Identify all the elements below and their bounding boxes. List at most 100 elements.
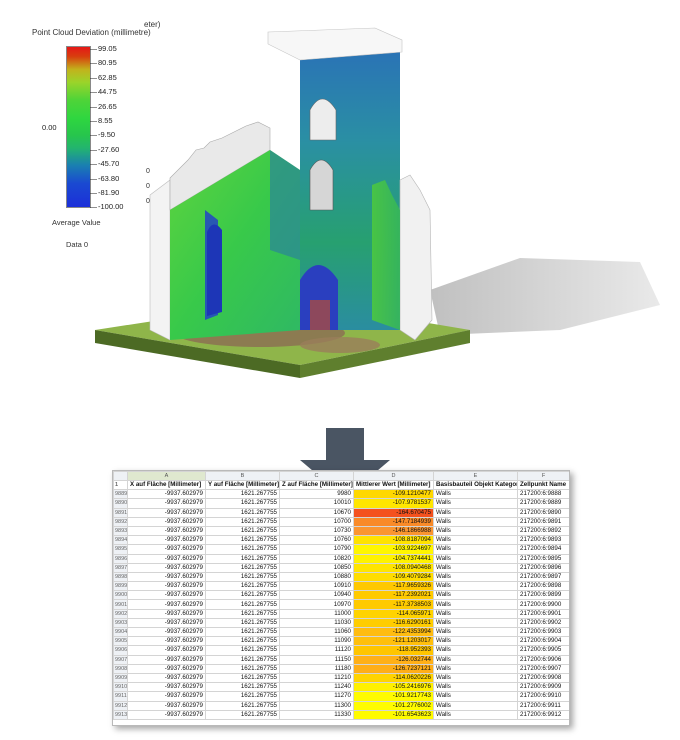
x-cell[interactable]: -9937.602979 xyxy=(127,562,206,573)
z-cell[interactable]: 10670 xyxy=(279,507,354,518)
name-cell[interactable]: 217200:6:9897 xyxy=(517,571,569,583)
row-number[interactable]: 9910 xyxy=(113,682,128,693)
z-cell[interactable]: 11150 xyxy=(279,654,354,665)
z-cell[interactable]: 11270 xyxy=(279,691,354,702)
row-number[interactable]: 9890 xyxy=(113,498,128,509)
y-cell[interactable]: 1621.267755 xyxy=(205,590,280,601)
y-cell[interactable]: 1621.267755 xyxy=(205,672,280,684)
category-cell[interactable]: Walls xyxy=(433,599,518,610)
name-cell[interactable]: 217200:6:9890 xyxy=(517,507,569,518)
header-cell[interactable]: Basisbauteil Objekt Kategorie xyxy=(433,479,518,491)
x-cell[interactable]: -9937.602979 xyxy=(127,581,206,592)
x-cell[interactable]: -9937.602979 xyxy=(127,617,206,629)
x-cell[interactable]: -9937.602979 xyxy=(127,682,206,693)
x-cell[interactable]: -9937.602979 xyxy=(127,525,206,537)
x-cell[interactable]: -9937.602979 xyxy=(127,544,206,555)
deviation-cell[interactable]: -109.4079284 xyxy=(353,571,434,583)
name-cell[interactable]: 217200:6:9910 xyxy=(517,691,569,702)
name-cell[interactable]: 217200:6:9911 xyxy=(517,700,569,711)
category-cell[interactable]: Walls xyxy=(433,581,518,592)
name-cell[interactable]: 217200:6:9903 xyxy=(517,626,569,638)
x-cell[interactable]: -9937.602979 xyxy=(127,645,206,656)
y-cell[interactable]: 1621.267755 xyxy=(205,516,280,527)
name-cell[interactable]: 217200:6:9899 xyxy=(517,590,569,601)
category-cell[interactable]: Walls xyxy=(433,645,518,656)
column-letter[interactable]: A xyxy=(127,471,206,481)
z-cell[interactable]: 10970 xyxy=(279,599,354,610)
row-number[interactable]: 9898 xyxy=(113,571,128,583)
row-number[interactable]: 9901 xyxy=(113,599,128,610)
z-cell[interactable]: 11330 xyxy=(279,709,354,720)
deviation-cell[interactable]: -101.6543623 xyxy=(353,709,434,720)
x-cell[interactable]: -9937.602979 xyxy=(127,498,206,509)
deviation-cell[interactable]: -114.065971 xyxy=(353,608,434,619)
row-number[interactable]: 9909 xyxy=(113,672,128,684)
category-cell[interactable]: Walls xyxy=(433,709,518,720)
name-cell[interactable]: 217200:6:9888 xyxy=(517,489,569,500)
y-cell[interactable]: 1621.267755 xyxy=(205,654,280,665)
corner-cell[interactable] xyxy=(113,471,128,481)
x-cell[interactable]: -9937.602979 xyxy=(127,535,206,546)
x-cell[interactable]: -9937.602979 xyxy=(127,663,206,674)
x-cell[interactable]: -9937.602979 xyxy=(127,571,206,583)
name-cell[interactable]: 217200:6:9900 xyxy=(517,599,569,610)
y-cell[interactable]: 1621.267755 xyxy=(205,507,280,518)
category-cell[interactable]: Walls xyxy=(433,617,518,629)
z-cell[interactable]: 9980 xyxy=(279,489,354,500)
x-cell[interactable]: -9937.602979 xyxy=(127,507,206,518)
x-cell[interactable]: -9937.602979 xyxy=(127,608,206,619)
row-number[interactable]: 9912 xyxy=(113,700,128,711)
row-number[interactable]: 9894 xyxy=(113,535,128,546)
row-number[interactable]: 9911 xyxy=(113,691,128,702)
category-cell[interactable]: Walls xyxy=(433,562,518,573)
x-cell[interactable]: -9937.602979 xyxy=(127,654,206,665)
deviation-cell[interactable]: -109.1210477 xyxy=(353,489,434,500)
column-letter[interactable]: E xyxy=(433,471,518,481)
deviation-cell[interactable]: -126.032744 xyxy=(353,654,434,665)
row-number[interactable]: 9913 xyxy=(113,709,128,720)
deviation-cell[interactable]: -108.8187094 xyxy=(353,535,434,546)
header-cell[interactable]: X auf Fläche [Millimeter] xyxy=(127,479,206,491)
z-cell[interactable]: 10820 xyxy=(279,553,354,564)
deviation-cell[interactable]: -116.6290161 xyxy=(353,617,434,629)
name-cell[interactable]: 217200:6:9908 xyxy=(517,672,569,684)
name-cell[interactable]: 217200:6:9895 xyxy=(517,553,569,564)
x-cell[interactable]: -9937.602979 xyxy=(127,599,206,610)
name-cell[interactable]: 217200:6:9906 xyxy=(517,654,569,665)
name-cell[interactable]: 217200:6:9893 xyxy=(517,535,569,546)
category-cell[interactable]: Walls xyxy=(433,544,518,555)
z-cell[interactable]: 10700 xyxy=(279,516,354,527)
deviation-cell[interactable]: -103.9224697 xyxy=(353,544,434,555)
deviation-cell[interactable]: -164.670475 xyxy=(353,507,434,518)
header-cell[interactable]: Z auf Fläche [Millimeter] xyxy=(279,479,354,491)
category-cell[interactable]: Walls xyxy=(433,489,518,500)
row-number[interactable]: 9903 xyxy=(113,617,128,629)
z-cell[interactable]: 11120 xyxy=(279,645,354,656)
z-cell[interactable]: 10850 xyxy=(279,562,354,573)
category-cell[interactable]: Walls xyxy=(433,590,518,601)
z-cell[interactable]: 11210 xyxy=(279,672,354,684)
z-cell[interactable]: 11300 xyxy=(279,700,354,711)
z-cell[interactable]: 11030 xyxy=(279,617,354,629)
y-cell[interactable]: 1621.267755 xyxy=(205,544,280,555)
category-cell[interactable]: Walls xyxy=(433,516,518,527)
x-cell[interactable]: -9937.602979 xyxy=(127,516,206,527)
header-cell[interactable]: Zellpunkt Name xyxy=(517,479,569,491)
category-cell[interactable]: Walls xyxy=(433,654,518,665)
y-cell[interactable]: 1621.267755 xyxy=(205,535,280,546)
y-cell[interactable]: 1621.267755 xyxy=(205,525,280,537)
category-cell[interactable]: Walls xyxy=(433,525,518,537)
name-cell[interactable]: 217200:6:9891 xyxy=(517,516,569,527)
row-number[interactable]: 9891 xyxy=(113,507,128,518)
category-cell[interactable]: Walls xyxy=(433,553,518,564)
x-cell[interactable]: -9937.602979 xyxy=(127,709,206,720)
deviation-cell[interactable]: -104.7374441 xyxy=(353,553,434,564)
row-number[interactable]: 9899 xyxy=(113,581,128,592)
name-cell[interactable]: 217200:6:9912 xyxy=(517,709,569,720)
y-cell[interactable]: 1621.267755 xyxy=(205,498,280,509)
row-number[interactable]: 9895 xyxy=(113,544,128,555)
name-cell[interactable]: 217200:6:9907 xyxy=(517,663,569,674)
deviation-cell[interactable]: -101.9217743 xyxy=(353,691,434,702)
name-cell[interactable]: 217200:6:9898 xyxy=(517,581,569,592)
z-cell[interactable]: 10910 xyxy=(279,581,354,592)
